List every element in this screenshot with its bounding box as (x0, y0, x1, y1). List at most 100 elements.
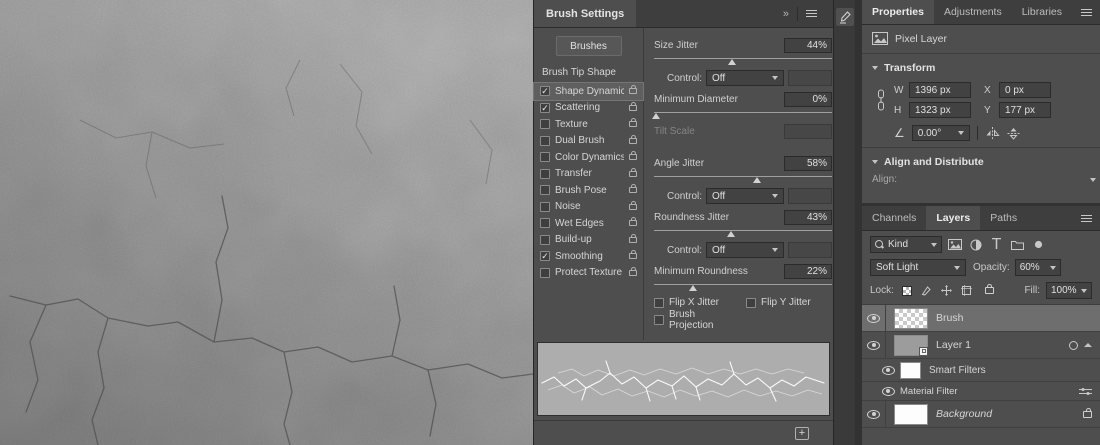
material-filter-row[interactable]: Material Filter (862, 382, 1100, 401)
brush-option-texture[interactable]: Texture (534, 116, 643, 133)
layer-name[interactable]: Background (936, 408, 992, 420)
brush-option-smoothing[interactable]: ✓Smoothing (534, 248, 643, 265)
size-jitter-slider[interactable] (654, 55, 832, 66)
tab-channels[interactable]: Channels (862, 206, 926, 230)
smart-filters-indicator-icon[interactable] (1069, 341, 1078, 350)
size-control-dropdown[interactable]: Off (706, 70, 784, 86)
minimum-roundness-slider[interactable] (654, 281, 832, 292)
tab-adjustments[interactable]: Adjustments (934, 0, 1012, 24)
width-input[interactable]: 1396 px (909, 82, 971, 98)
panel-menu-icon[interactable] (1081, 215, 1092, 222)
lock-icon[interactable] (629, 138, 637, 144)
height-input[interactable]: 1323 px (909, 102, 971, 118)
layer-thumbnail[interactable] (894, 335, 928, 356)
tab-layers[interactable]: Layers (926, 206, 980, 230)
checkbox[interactable]: ✓ (540, 251, 550, 261)
filter-blending-options-icon[interactable] (1079, 387, 1092, 396)
checkbox[interactable] (540, 119, 550, 129)
collapse-filters-icon[interactable] (1084, 343, 1092, 347)
lock-icon[interactable] (629, 220, 637, 226)
layer-thumbnail[interactable] (894, 404, 928, 425)
angle-control-dropdown[interactable]: Off (706, 188, 784, 204)
lock-artboard-icon[interactable] (960, 284, 974, 298)
slider-thumb[interactable] (727, 231, 735, 237)
angle-jitter-value[interactable]: 58% (784, 156, 832, 171)
flip-y-jitter-checkbox[interactable]: Flip Y Jitter (746, 297, 832, 308)
filter-smart-object-icon[interactable] (1030, 236, 1047, 253)
filter-pixel-layers-icon[interactable] (946, 236, 963, 253)
create-new-brush-button[interactable]: + (795, 427, 809, 440)
brush-option-color-dynamics[interactable]: Color Dynamics (534, 149, 643, 166)
checkbox[interactable] (540, 202, 550, 212)
minimum-diameter-value[interactable]: 0% (784, 92, 832, 107)
flip-vertical-icon[interactable] (1007, 127, 1020, 140)
checkbox[interactable]: ✓ (540, 86, 550, 96)
visibility-toggle[interactable] (876, 382, 900, 400)
tab-libraries[interactable]: Libraries (1012, 0, 1072, 24)
minimum-diameter-slider[interactable] (654, 109, 832, 120)
lock-icon[interactable] (629, 253, 637, 259)
checkbox[interactable] (540, 136, 550, 146)
document-canvas[interactable] (0, 0, 533, 445)
brush-tip-shape-item[interactable]: Brush Tip Shape (534, 64, 643, 83)
lock-image-icon[interactable] (920, 284, 934, 298)
filter-adjustment-layers-icon[interactable] (967, 236, 984, 253)
checkbox[interactable] (746, 298, 756, 308)
flip-x-jitter-checkbox[interactable]: Flip X Jitter (654, 297, 740, 308)
x-input[interactable]: 0 px (999, 82, 1051, 98)
roundness-jitter-slider[interactable] (654, 227, 832, 238)
brush-settings-panel-icon[interactable] (836, 8, 854, 26)
brush-projection-checkbox[interactable]: Brush Projection (654, 309, 740, 331)
slider-thumb[interactable] (728, 59, 736, 65)
roundness-control-dropdown[interactable]: Off (706, 242, 784, 258)
link-dimensions-icon[interactable] (876, 89, 886, 111)
lock-icon[interactable] (629, 88, 637, 94)
layer-row-layer-1[interactable]: Layer 1 (862, 332, 1100, 359)
opacity-dropdown[interactable]: 60% (1015, 259, 1061, 276)
checkbox[interactable] (540, 152, 550, 162)
roundness-jitter-value[interactable]: 43% (784, 210, 832, 225)
brush-option-brush-pose[interactable]: Brush Pose (534, 182, 643, 199)
visibility-toggle[interactable] (862, 332, 886, 358)
panel-menu-icon[interactable] (806, 10, 817, 17)
lock-all-icon[interactable] (980, 284, 994, 298)
brush-option-wet-edges[interactable]: Wet Edges (534, 215, 643, 232)
size-jitter-value[interactable]: 44% (784, 38, 832, 53)
lock-icon[interactable] (629, 121, 637, 127)
blend-mode-dropdown[interactable]: Soft Light (870, 259, 966, 276)
checkbox[interactable]: ✓ (540, 103, 550, 113)
lock-icon[interactable] (629, 154, 637, 160)
panel-menu-icon[interactable] (1081, 9, 1092, 16)
smart-filters-label[interactable]: Smart Filters (929, 365, 986, 376)
lock-icon[interactable] (629, 204, 637, 210)
layer-name[interactable]: Layer 1 (936, 339, 971, 351)
minimum-roundness-value[interactable]: 22% (784, 264, 832, 279)
filter-name[interactable]: Material Filter (900, 386, 958, 397)
filter-kind-dropdown[interactable]: Kind (870, 236, 942, 253)
slider-thumb[interactable] (652, 113, 660, 119)
flip-horizontal-icon[interactable] (985, 127, 1000, 139)
y-input[interactable]: 177 px (999, 102, 1051, 118)
visibility-toggle[interactable] (862, 305, 886, 331)
brush-option-dual-brush[interactable]: Dual Brush (534, 133, 643, 150)
lock-icon[interactable] (629, 187, 637, 193)
rotation-angle-dropdown[interactable]: 0.00° (912, 125, 970, 141)
layer-thumbnail[interactable] (894, 308, 928, 329)
brush-option-noise[interactable]: Noise (534, 199, 643, 216)
tab-properties[interactable]: Properties (862, 0, 934, 24)
lock-icon[interactable] (629, 270, 637, 276)
checkbox[interactable] (540, 169, 550, 179)
lock-icon[interactable] (629, 105, 637, 111)
brush-option-build-up[interactable]: Build-up (534, 232, 643, 249)
slider-thumb[interactable] (753, 177, 761, 183)
lock-transparency-icon[interactable] (900, 284, 914, 298)
visibility-toggle[interactable] (862, 401, 886, 427)
lock-position-icon[interactable] (940, 284, 954, 298)
filter-mask-thumbnail[interactable] (900, 362, 921, 379)
brush-option-transfer[interactable]: Transfer (534, 166, 643, 183)
layer-row-background[interactable]: Background (862, 401, 1100, 428)
visibility-toggle[interactable] (876, 359, 900, 381)
lock-icon[interactable] (629, 237, 637, 243)
fill-dropdown[interactable]: 100% (1046, 282, 1092, 299)
brushes-button[interactable]: Brushes (556, 36, 622, 56)
